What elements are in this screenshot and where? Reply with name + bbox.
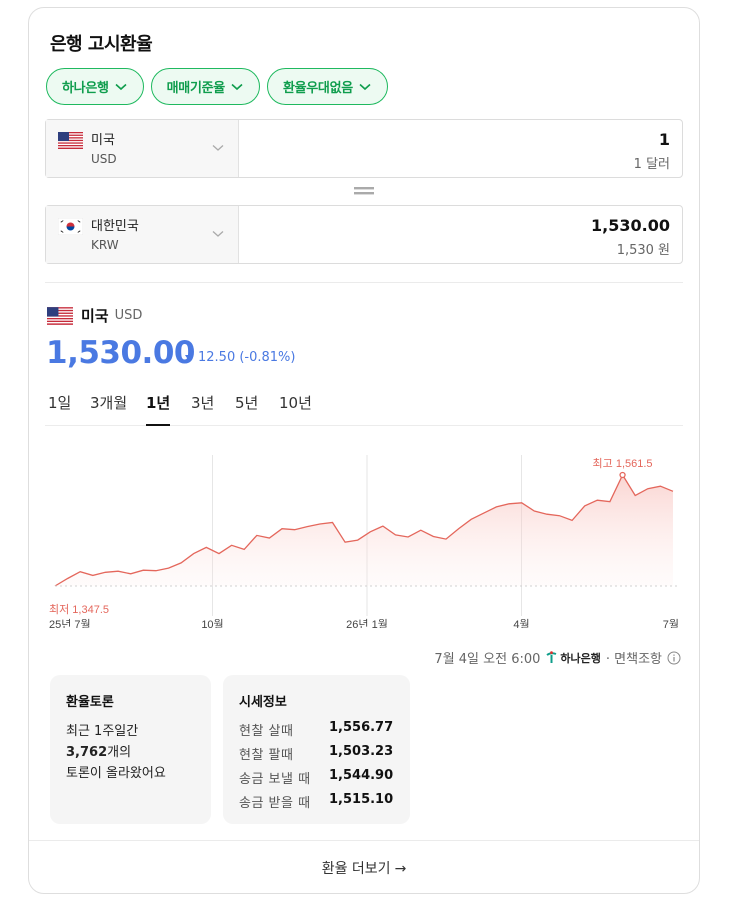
from-amount-input[interactable]: 1 1 달러 (239, 120, 682, 177)
chart-x-tick-label: 10월 (201, 618, 223, 628)
from-code: USD (91, 152, 117, 166)
quotes-title: 시세정보 (239, 695, 287, 710)
bank-logo: 하나은행 (545, 650, 601, 666)
tab-1-year[interactable]: 1년 (146, 392, 171, 426)
chart-x-tick-label: 25년 7월 (49, 618, 91, 628)
rate-type-filter-chip[interactable]: 매매기준율 (150, 68, 260, 105)
chart-x-tick-label: 7월 (663, 618, 679, 628)
more-rates-link[interactable]: 환율 더보기 → (29, 858, 699, 878)
preference-filter-chip[interactable]: 환율우대없음 (266, 68, 388, 105)
rate-value: 1,530.00 (46, 335, 195, 371)
chart-max-label: 최고 1,561.5 (593, 457, 653, 470)
bank-name: 하나은행 (560, 651, 601, 665)
quote-row: 현찰 살때 1,556.77 (239, 720, 399, 739)
from-country: 미국 (91, 133, 115, 148)
hana-logo-icon (546, 651, 557, 663)
to-amount-text: 1,530 원 (616, 243, 670, 258)
tab-5-years[interactable]: 5년 (235, 392, 258, 424)
update-timestamp: 7월 4일 오전 6:00 (434, 652, 541, 667)
quote-row: 송금 받을 때 1,515.10 (239, 792, 399, 811)
exchange-rate-card: 은행 고시환율 하나은행 매매기준율 환율우대없음 미국 USD 1 1 달러 … (28, 7, 700, 894)
from-currency-select[interactable]: 미국 USD (46, 120, 239, 177)
kr-flag-icon (58, 218, 83, 235)
from-amount-text: 1 달러 (633, 157, 670, 172)
arrow-right-icon: → (394, 861, 407, 877)
rate-type-filter-label: 매매기준율 (166, 81, 226, 96)
chart-min-label: 최저 1,347.5 (49, 603, 109, 616)
from-amount: 1 (658, 130, 670, 149)
chevron-down-icon (359, 83, 371, 90)
forum-line-1: 최근 1주일간 (66, 724, 139, 739)
quote-label: 송금 보낼 때 (239, 772, 311, 787)
chart-x-tick-label: 26년 1월 (346, 618, 388, 628)
rate-code: USD (114, 308, 143, 323)
to-currency-row: 대한민국 KRW 1,530.00 1,530 원 (45, 205, 683, 264)
forum-count: 3,762 (66, 745, 108, 760)
chevron-down-icon (115, 83, 127, 90)
info-icon[interactable] (667, 651, 681, 665)
quotes-box: 시세정보 현찰 살때 1,556.77 현찰 팔때 1,503.23 송금 보낼… (223, 675, 410, 824)
quote-row: 송금 보낼 때 1,544.90 (239, 768, 399, 787)
quote-label: 송금 받을 때 (239, 796, 311, 811)
tab-3-months[interactable]: 3개월 (90, 392, 127, 424)
to-country: 대한민국 (91, 219, 139, 234)
footer-divider (29, 840, 699, 841)
bank-filter-chip[interactable]: 하나은행 (46, 68, 144, 105)
chart-x-axis: 25년 7월 10월 26년 1월 4월 7월 (49, 618, 679, 628)
bank-filter-label: 하나은행 (62, 81, 109, 96)
rate-country: 미국 (81, 307, 109, 325)
chevron-down-icon (212, 145, 224, 151)
quote-label: 현찰 팔때 (239, 748, 294, 763)
from-currency-row: 미국 USD 1 1 달러 (45, 119, 683, 178)
chevron-down-icon (231, 83, 243, 90)
quote-value: 1,515.10 (329, 792, 394, 807)
tab-3-years[interactable]: 3년 (191, 392, 214, 424)
tab-10-years[interactable]: 10년 (279, 392, 312, 424)
chevron-down-icon (212, 231, 224, 237)
more-rates-label: 환율 더보기 (321, 861, 391, 877)
rate-history-chart: 최고 1,561.5 최저 1,347.5 25년 7월 10월 26년 1월 4월 7… (49, 455, 679, 628)
tab-1-day[interactable]: 1일 (48, 392, 71, 424)
chart-area-fill (55, 475, 673, 586)
chart-max-marker (619, 471, 626, 479)
forum-line-2: 3,762개의 (66, 741, 131, 760)
equals-icon (354, 187, 374, 195)
triangle-down-icon (185, 354, 193, 361)
rate-change: 12.50 (-0.81%) (185, 350, 295, 365)
quote-value: 1,503.23 (329, 744, 394, 759)
forum-line-3: 토론이 올라왔어요 (66, 766, 166, 781)
quote-label: 현찰 살때 (239, 724, 294, 739)
quote-value: 1,556.77 (329, 720, 394, 735)
forum-title: 환율토론 (66, 695, 114, 710)
rate-header: 미국 USD (47, 305, 142, 326)
to-currency-select[interactable]: 대한민국 KRW (46, 206, 239, 263)
quote-value: 1,544.90 (329, 768, 394, 783)
to-amount-input[interactable]: 1,530.00 1,530 원 (239, 206, 682, 263)
forum-count-suffix: 개의 (107, 745, 132, 760)
to-amount: 1,530.00 (591, 216, 670, 235)
preference-filter-label: 환율우대없음 (282, 81, 353, 96)
quote-row: 현찰 팔때 1,503.23 (239, 744, 399, 763)
forum-box[interactable]: 환율토론 최근 1주일간 3,762개의 토론이 올라왔어요 (50, 675, 211, 824)
rate-change-value: 12.50 (-0.81%) (198, 350, 296, 365)
us-flag-icon (47, 306, 73, 325)
chart-x-tick-label: 4월 (513, 618, 529, 628)
period-tabs: 1일 3개월 1년 3년 5년 10년 (45, 386, 683, 426)
us-flag-icon (58, 132, 83, 149)
to-code: KRW (91, 238, 119, 252)
source-line: 7월 4일 오전 6:00 하나은행 · 면책조항 (434, 648, 681, 667)
section-divider (45, 282, 683, 283)
filter-chips: 하나은행 매매기준율 환율우대없음 (46, 68, 388, 105)
card-title: 은행 고시환율 (50, 34, 153, 55)
disclaimer-link[interactable]: · 면책조항 (606, 648, 662, 667)
